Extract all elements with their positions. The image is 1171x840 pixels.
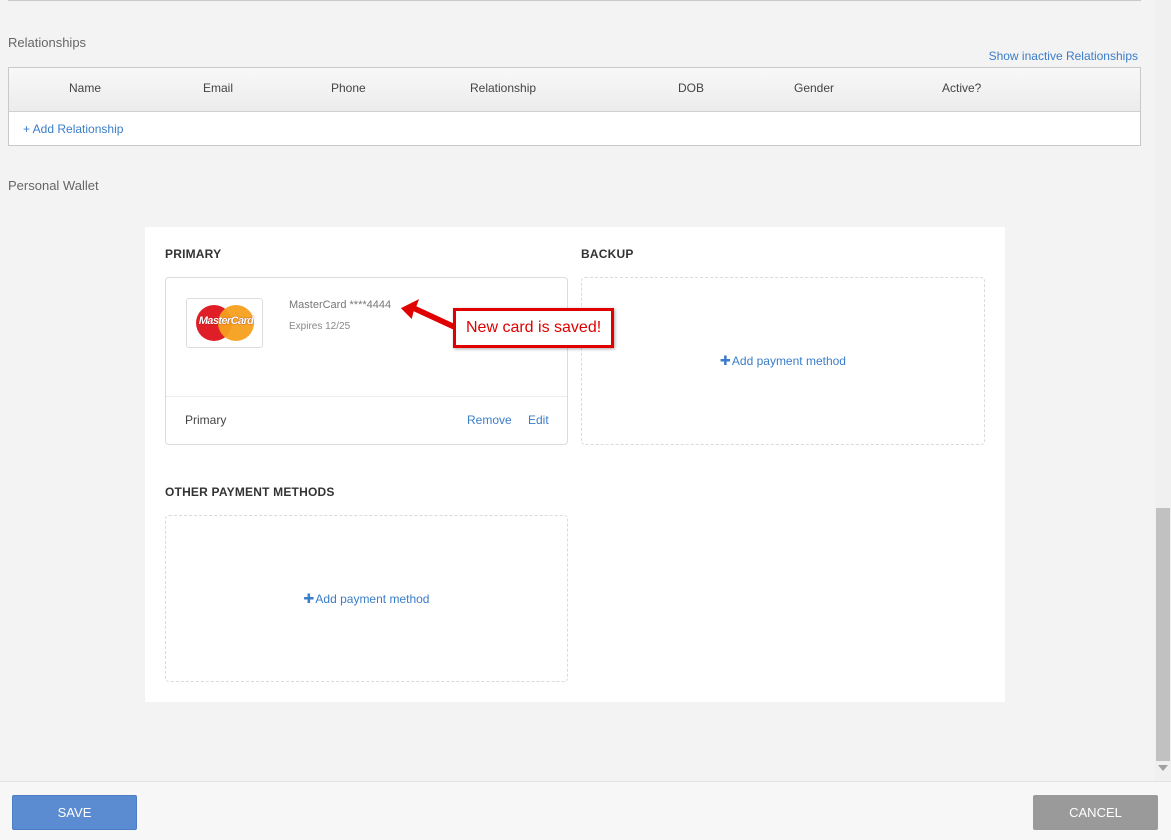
- annotation-text: New card is saved!: [466, 319, 602, 336]
- cancel-button[interactable]: CANCEL: [1033, 795, 1158, 830]
- backup-label: BACKUP: [581, 247, 634, 261]
- relationships-table-header: Name Email Phone Relationship DOB Gender…: [9, 68, 1140, 112]
- backup-slot: ✚Add payment method: [581, 277, 985, 445]
- scrollbar-thumb[interactable]: [1156, 508, 1170, 761]
- add-relationship-link[interactable]: + Add Relationship: [23, 122, 123, 136]
- column-header-dob[interactable]: DOB: [678, 81, 704, 95]
- column-header-gender[interactable]: Gender: [794, 81, 834, 95]
- show-inactive-relationships-link[interactable]: Show inactive Relationships: [989, 49, 1138, 63]
- personal-wallet-title: Personal Wallet: [8, 178, 99, 193]
- annotation-callout: New card is saved!: [453, 308, 614, 348]
- card-footer: Primary Remove Edit: [166, 396, 567, 444]
- card-expiry: Expires 12/25: [289, 321, 351, 332]
- column-header-active[interactable]: Active?: [942, 81, 981, 95]
- vertical-scrollbar[interactable]: [1155, 0, 1171, 781]
- add-other-payment-button[interactable]: ✚Add payment method: [166, 591, 567, 607]
- add-backup-payment-button[interactable]: ✚Add payment method: [582, 353, 984, 369]
- remove-card-link[interactable]: Remove: [467, 413, 512, 427]
- column-header-email[interactable]: Email: [203, 81, 233, 95]
- mastercard-logo-icon: MasterCard: [196, 305, 254, 341]
- column-header-phone[interactable]: Phone: [331, 81, 366, 95]
- callout-arrow-icon: [399, 296, 457, 331]
- primary-label: PRIMARY: [165, 247, 222, 261]
- column-header-name[interactable]: Name: [69, 81, 101, 95]
- plus-icon: ✚: [720, 353, 731, 368]
- save-button[interactable]: SAVE: [12, 795, 137, 830]
- column-header-relationship[interactable]: Relationship: [470, 81, 536, 95]
- top-divider: [8, 0, 1141, 1]
- other-payment-slot: ✚Add payment method: [165, 515, 568, 682]
- card-logo-frame: MasterCard: [186, 298, 263, 348]
- scroll-down-arrow-icon[interactable]: [1158, 765, 1168, 771]
- footer-bar: SAVE CANCEL: [0, 781, 1171, 840]
- plus-icon: ✚: [303, 591, 315, 606]
- card-status: Primary: [185, 413, 227, 427]
- edit-card-link[interactable]: Edit: [528, 413, 549, 427]
- other-payment-methods-label: OTHER PAYMENT METHODS: [165, 485, 335, 499]
- primary-card[interactable]: MasterCard MasterCard ****4444 Expires 1…: [165, 277, 568, 445]
- relationships-table: Name Email Phone Relationship DOB Gender…: [8, 67, 1141, 146]
- wallet-panel: PRIMARY BACKUP MasterCard MasterCard ***…: [145, 227, 1005, 702]
- card-name: MasterCard ****4444: [289, 299, 392, 311]
- relationships-title: Relationships: [8, 35, 87, 50]
